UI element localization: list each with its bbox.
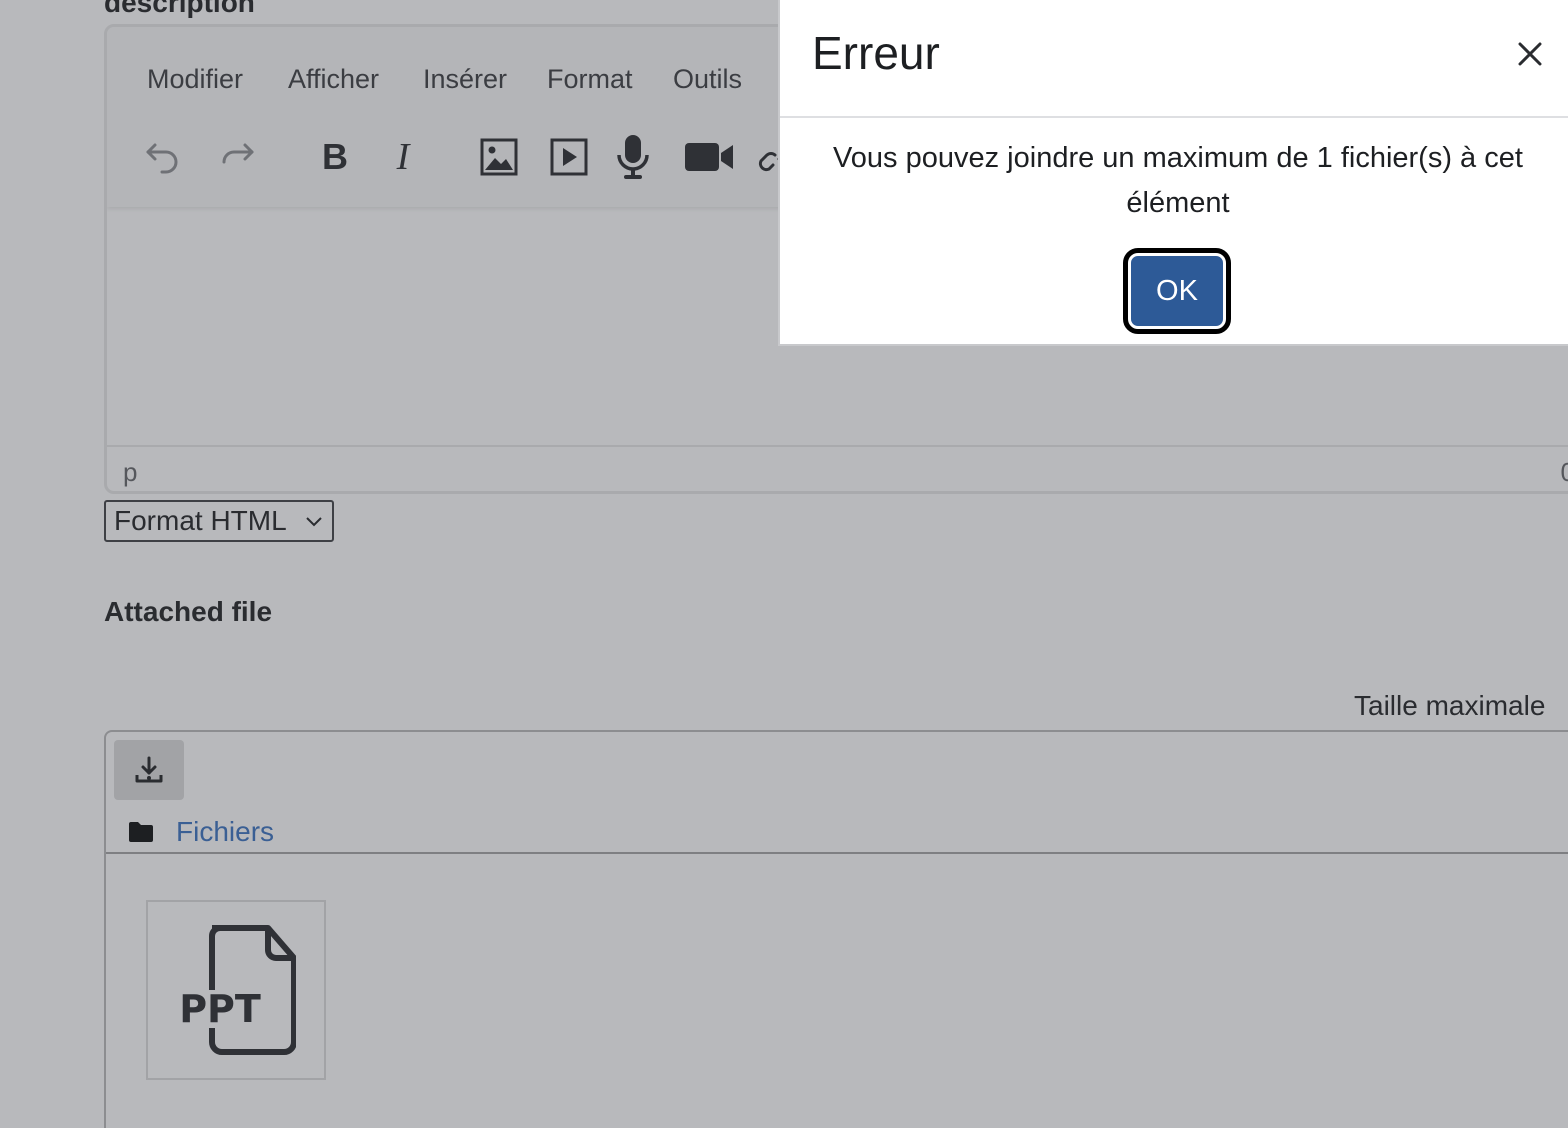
- media-icon: [550, 138, 588, 176]
- file-manager-divider: [106, 852, 1568, 854]
- attached-file-label: Attached file: [104, 596, 273, 627]
- error-dialog: Erreur Vous pouvez joindre un maximum de…: [778, 0, 1568, 346]
- close-icon: [1518, 42, 1542, 66]
- insert-media-button[interactable]: [545, 133, 593, 181]
- undo-button[interactable]: [139, 133, 187, 181]
- page: description Modifier Afficher Insérer Fo…: [0, 0, 1568, 1128]
- text-format-selected: Format HTML: [114, 505, 287, 536]
- redo-button[interactable]: [213, 133, 261, 181]
- italic-button[interactable]: I: [379, 133, 427, 181]
- ppt-file-icon: PPT: [179, 925, 296, 1055]
- file-path-breadcrumb: Fichiers: [128, 814, 274, 850]
- menu-inserer[interactable]: Insérer: [423, 61, 507, 97]
- download-icon: [135, 756, 163, 783]
- svg-text:I: I: [396, 137, 412, 177]
- redo-icon: [222, 143, 254, 164]
- max-size-label: Taille maximale: [1354, 690, 1546, 721]
- editor-statusbar: p 0: [107, 445, 1568, 491]
- menu-outils[interactable]: Outils: [673, 61, 742, 97]
- image-icon: [480, 138, 518, 176]
- svg-text:B: B: [322, 137, 348, 177]
- download-all-button[interactable]: [114, 740, 184, 800]
- file-manager: Fichiers PPT: [104, 730, 1568, 1128]
- bold-button[interactable]: B: [311, 133, 359, 181]
- folder-icon: [129, 822, 153, 842]
- text-format-select[interactable]: Format HTML: [104, 500, 334, 542]
- menu-format[interactable]: Format: [547, 61, 633, 97]
- dialog-message: Vous pouvez joindre un maximum de 1 fich…: [833, 142, 1523, 219]
- menu-afficher[interactable]: Afficher: [288, 61, 379, 97]
- file-item[interactable]: PPT: [146, 900, 326, 1080]
- element-path[interactable]: p: [123, 457, 137, 488]
- italic-icon: I: [396, 137, 412, 177]
- description-label: description: [104, 0, 255, 18]
- word-count: 0: [1561, 457, 1568, 488]
- record-video-button[interactable]: [681, 133, 737, 181]
- close-button[interactable]: [1514, 38, 1546, 70]
- ppt-label: PPT: [179, 987, 261, 1031]
- fichiers-link[interactable]: Fichiers: [176, 816, 274, 848]
- dialog-title: Erreur: [812, 27, 940, 79]
- video-camera-icon: [685, 143, 733, 171]
- menu-modifier[interactable]: Modifier: [147, 61, 243, 97]
- undo-icon: [146, 143, 178, 174]
- dialog-header: Erreur: [780, 0, 1568, 118]
- microphone-icon: [617, 135, 649, 179]
- chevron-down-icon: [306, 517, 322, 527]
- record-audio-button[interactable]: [609, 133, 657, 181]
- ok-button[interactable]: OK: [1123, 248, 1231, 334]
- bold-icon: B: [322, 137, 348, 177]
- insert-image-button[interactable]: [475, 133, 523, 181]
